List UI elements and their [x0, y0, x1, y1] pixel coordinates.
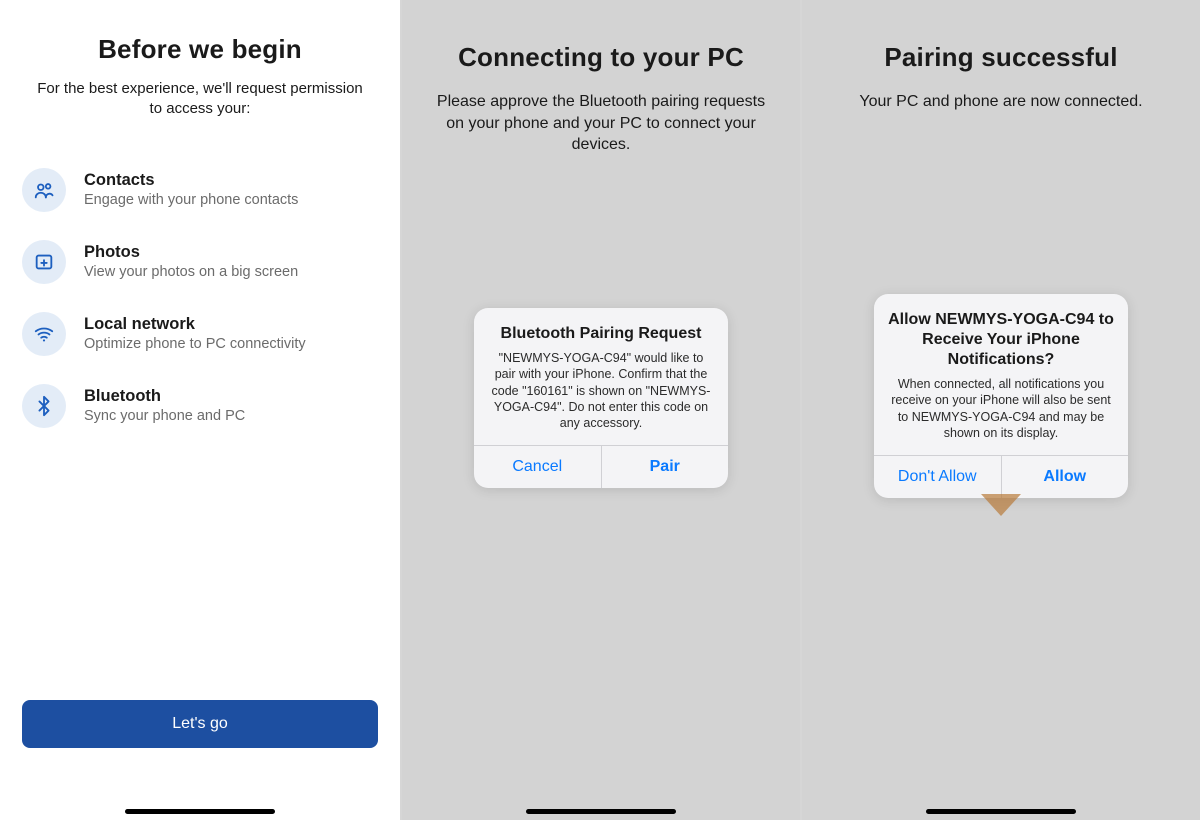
bluetooth-icon: [22, 384, 66, 428]
home-indicator[interactable]: [125, 809, 275, 814]
allow-button[interactable]: Allow: [1001, 456, 1129, 498]
permission-desc: Optimize phone to PC connectivity: [84, 336, 306, 352]
permission-title: Contacts: [84, 171, 298, 190]
permission-item-local-network: Local network Optimize phone to PC conne…: [22, 312, 378, 356]
pairing-successful-screen: Pairing successful Your PC and phone are…: [800, 0, 1200, 820]
bluetooth-pairing-alert: Bluetooth Pairing Request "NEWMYS-YOGA-C…: [474, 308, 728, 488]
page-title: Before we begin: [22, 34, 378, 65]
permission-title: Photos: [84, 243, 298, 262]
permission-title: Local network: [84, 315, 306, 334]
cancel-button[interactable]: Cancel: [474, 446, 601, 488]
connecting-screen: Connecting to your PC Please approve the…: [400, 0, 800, 820]
permissions-screen: Before we begin For the best experience,…: [0, 0, 400, 820]
notifications-permission-alert: Allow NEWMYS-YOGA-C94 to Receive Your iP…: [874, 294, 1128, 498]
alert-title: Bluetooth Pairing Request: [488, 324, 714, 344]
wifi-icon: [22, 312, 66, 356]
home-indicator[interactable]: [526, 809, 676, 814]
pair-button[interactable]: Pair: [601, 446, 729, 488]
page-subtitle: Your PC and phone are now connected.: [802, 91, 1200, 113]
permission-item-bluetooth: Bluetooth Sync your phone and PC: [22, 384, 378, 428]
permission-item-photos: Photos View your photos on a big screen: [22, 240, 378, 284]
lets-go-button[interactable]: Let's go: [22, 700, 378, 748]
alert-message: "NEWMYS-YOGA-C94" would like to pair wit…: [488, 350, 714, 431]
page-title: Connecting to your PC: [402, 6, 800, 73]
permission-list: Contacts Engage with your phone contacts…: [22, 168, 378, 428]
page-title: Pairing successful: [802, 6, 1200, 73]
contacts-icon: [22, 168, 66, 212]
permission-desc: Sync your phone and PC: [84, 408, 245, 424]
permission-title: Bluetooth: [84, 387, 245, 406]
home-indicator[interactable]: [926, 809, 1076, 814]
permission-item-contacts: Contacts Engage with your phone contacts: [22, 168, 378, 212]
permission-desc: Engage with your phone contacts: [84, 192, 298, 208]
alert-title: Allow NEWMYS-YOGA-C94 to Receive Your iP…: [888, 310, 1114, 370]
page-subtitle: For the best experience, we'll request p…: [22, 79, 378, 120]
chevron-down-icon: [981, 494, 1021, 516]
photos-icon: [22, 240, 66, 284]
page-subtitle: Please approve the Bluetooth pairing req…: [402, 91, 800, 156]
alert-message: When connected, all notifications you re…: [888, 376, 1114, 441]
dont-allow-button[interactable]: Don't Allow: [874, 456, 1001, 498]
permission-desc: View your photos on a big screen: [84, 264, 298, 280]
